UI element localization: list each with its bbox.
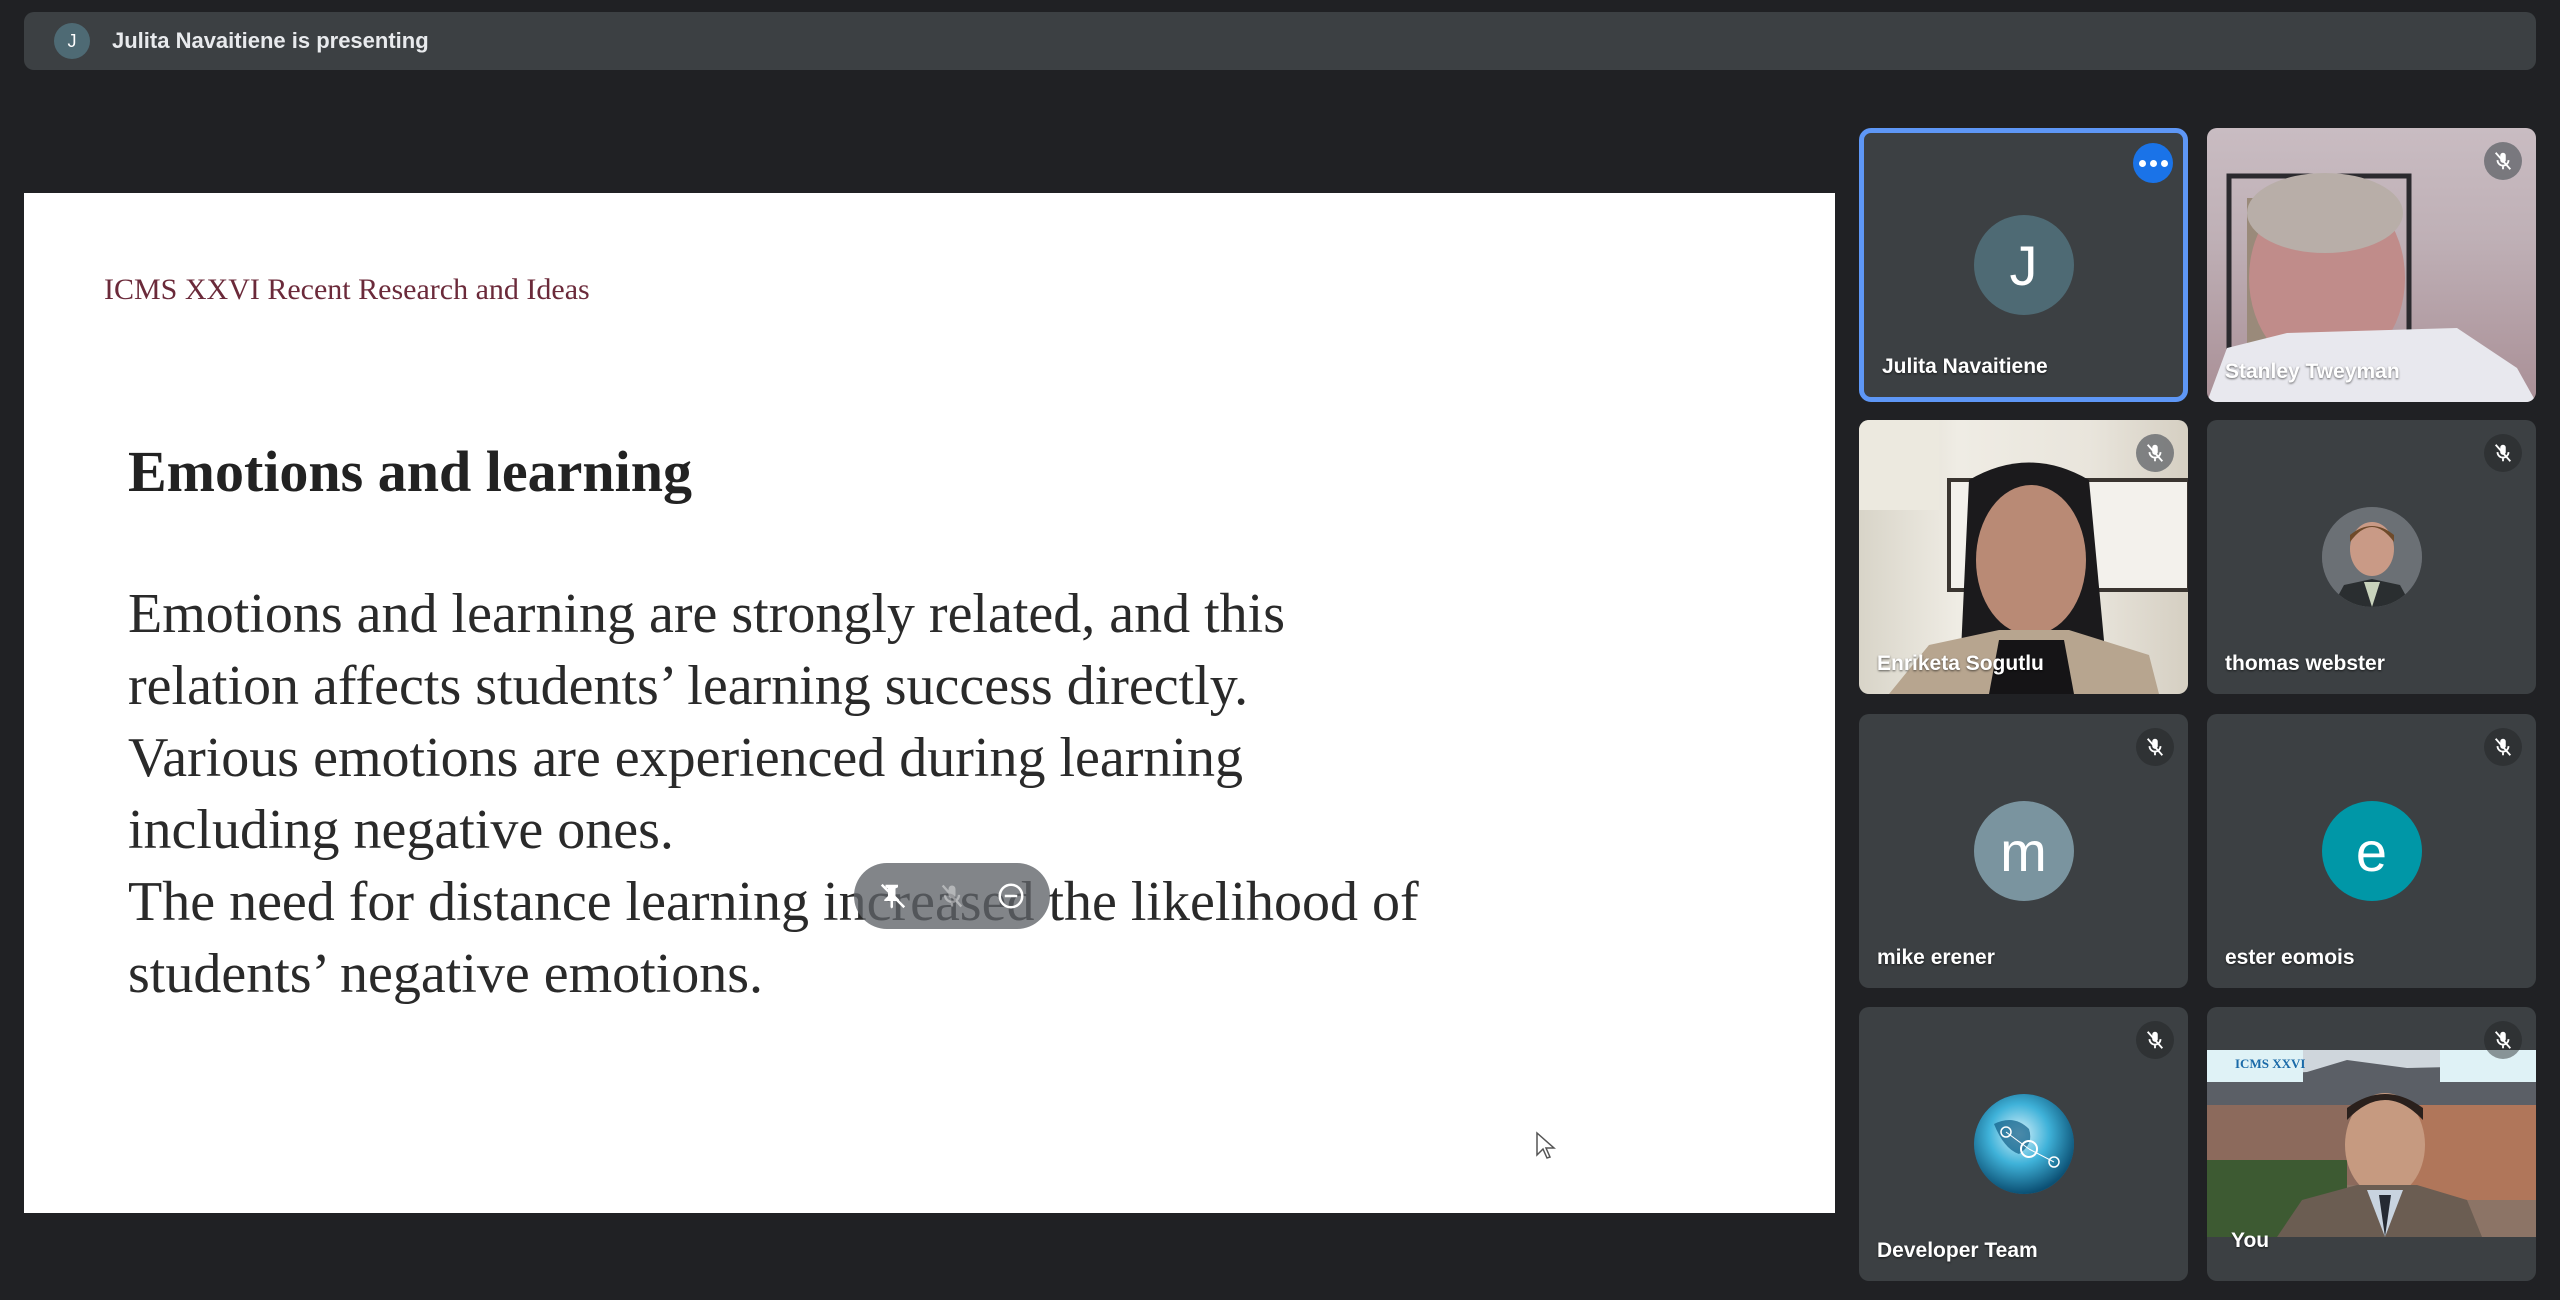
mic-off-icon — [2146, 1031, 2164, 1049]
participant-tile[interactable]: thomas webster — [2207, 420, 2536, 694]
mic-off-icon — [2494, 444, 2512, 462]
more-options-button[interactable] — [2133, 143, 2173, 183]
mic-off-icon — [2146, 738, 2164, 756]
participant-tile[interactable]: m mike erener — [1859, 714, 2188, 988]
slide-body-line: including negative ones. — [128, 799, 674, 861]
slide-header: ICMS XXVI Recent Research and Ideas — [104, 273, 590, 306]
mic-off-icon — [2494, 1031, 2512, 1049]
participant-name: thomas webster — [2225, 652, 2385, 675]
participant-tile[interactable]: Stanley Tweyman — [2207, 128, 2536, 402]
mic-off-indicator — [2484, 142, 2522, 180]
participant-avatar: J — [1973, 215, 2074, 315]
participant-name: You — [2231, 1229, 2270, 1252]
participant-name: Enriketa Sogutlu — [1877, 652, 2044, 675]
mic-off-indicator — [2136, 1021, 2174, 1059]
participant-name: ester eomois — [2225, 946, 2355, 969]
slide-body-line: students’ negative emotions. — [128, 943, 764, 1005]
video-frame — [2207, 1050, 2536, 1237]
mic-off-indicator — [2484, 434, 2522, 472]
mute-button[interactable] — [934, 878, 970, 914]
participant-tile[interactable]: J Julita Navaitiene — [1859, 128, 2188, 402]
slide-body: Emotions and learning are strongly relat… — [128, 578, 1748, 1010]
participant-name: Julita Navaitiene — [1882, 355, 2048, 378]
mic-off-indicator — [2136, 728, 2174, 766]
presenter-avatar: J — [54, 23, 90, 59]
mic-off-icon — [2146, 444, 2164, 462]
profile-photo — [2321, 507, 2422, 607]
dot-icon — [2149, 159, 2157, 167]
slide-body-line: relation affects students’ learning succ… — [128, 655, 1249, 717]
presenting-banner: J Julita Navaitiene is presenting — [24, 12, 2536, 70]
slide-title: Emotions and learning — [128, 439, 692, 504]
participant-photo — [2321, 507, 2422, 607]
unpin-icon — [881, 883, 906, 909]
participant-name: Stanley Tweyman — [2225, 360, 2400, 383]
remove-icon — [998, 883, 1024, 909]
unpin-button[interactable] — [875, 878, 911, 914]
participant-photo — [1973, 1094, 2074, 1194]
slide-body-line: Various emotions are experienced during … — [128, 727, 1243, 789]
background-label: ICMS XXVI — [2235, 1056, 2306, 1071]
presentation-slide[interactable]: ICMS XXVI Recent Research and Ideas Emot… — [24, 193, 1835, 1213]
presenting-text: Julita Navaitiene is presenting — [112, 28, 429, 53]
mic-off-indicator — [2484, 728, 2522, 766]
slide-body-line: Emotions and learning are strongly relat… — [128, 583, 1286, 645]
tile-hover-controls — [854, 863, 1050, 929]
participant-name: mike erener — [1877, 946, 1995, 969]
participant-tile[interactable]: e ester eomois — [2207, 714, 2536, 988]
dot-icon — [2160, 159, 2168, 167]
participant-tile[interactable]: Developer Team — [1859, 1007, 2188, 1281]
participant-tile[interactable]: Enriketa Sogutlu — [1859, 420, 2188, 694]
participant-avatar: m — [1973, 801, 2074, 901]
participant-tile-self[interactable]: ICMS XXVI You — [2207, 1007, 2536, 1281]
mouse-cursor-icon — [1536, 1131, 1556, 1159]
participant-name: Developer Team — [1877, 1239, 2038, 1262]
self-video: ICMS XXVI — [2207, 1050, 2536, 1237]
mic-off-indicator — [2136, 434, 2174, 472]
mic-off-icon — [2494, 738, 2512, 756]
globe-network-icon — [1973, 1094, 2074, 1194]
mic-off-icon — [941, 884, 963, 908]
participant-avatar: e — [2321, 801, 2422, 901]
remove-button[interactable] — [993, 878, 1029, 914]
mic-off-icon — [2494, 152, 2512, 170]
mic-off-indicator — [2484, 1021, 2522, 1059]
dot-icon — [2138, 159, 2146, 167]
